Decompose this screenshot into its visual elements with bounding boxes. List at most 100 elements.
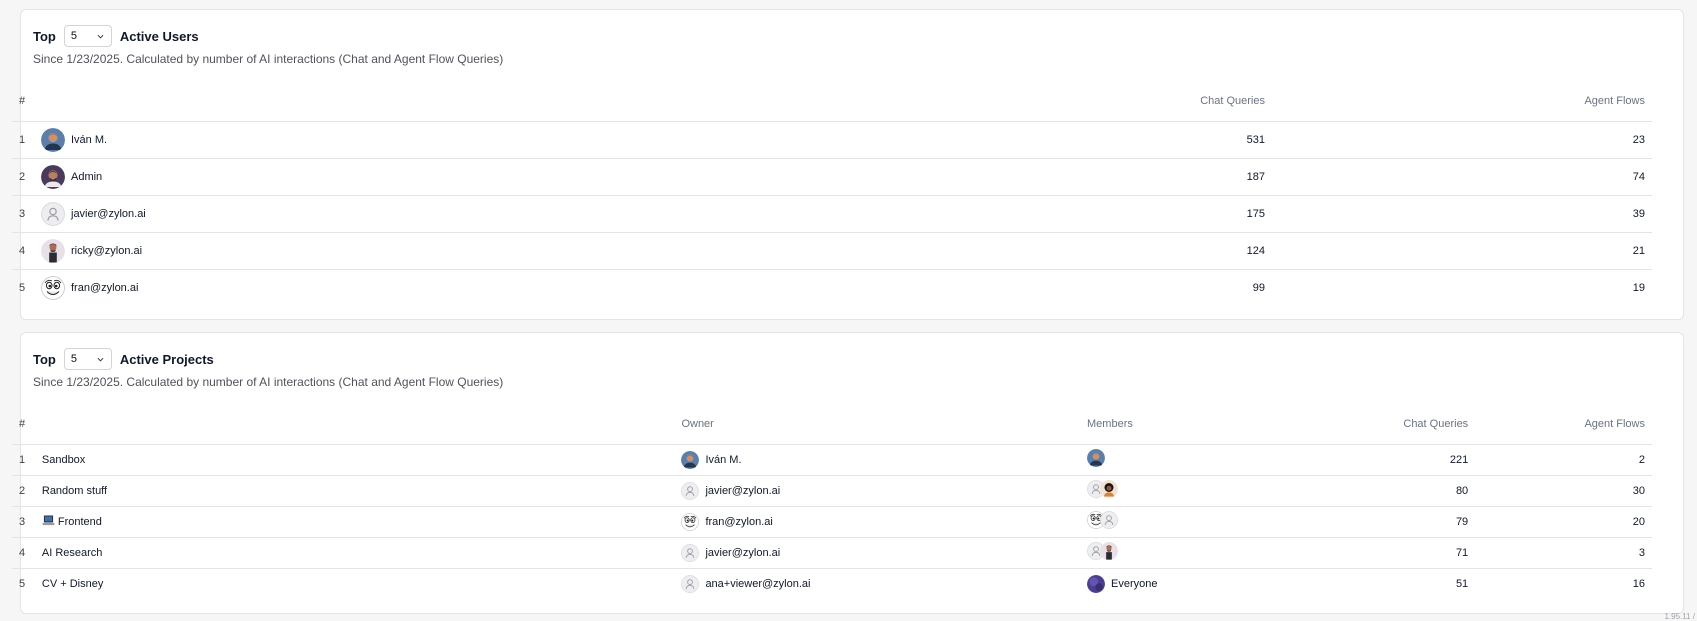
table-row[interactable]: 2 Random stuff javier@zylon.ai 80 30 xyxy=(12,475,1652,507)
row-rank: 1 xyxy=(12,121,34,159)
row-rank: 2 xyxy=(12,475,35,507)
user-cell: fran@zylon.ai xyxy=(34,269,1072,306)
chat-queries-value: 80 xyxy=(1288,475,1476,507)
users-count-select[interactable]: 5 xyxy=(63,25,112,47)
chevron-down-icon xyxy=(97,34,104,38)
owner-cell: Iván M. xyxy=(674,444,1081,476)
chat-queries-value: 124 xyxy=(1072,232,1272,270)
chat-queries-value: 79 xyxy=(1288,506,1476,538)
agent-flows-value: 30 xyxy=(1475,475,1652,507)
users-section-title: Active Users xyxy=(119,28,199,44)
default-user-avatar xyxy=(681,575,699,593)
agent-flows-value: 21 xyxy=(1272,232,1652,270)
user-name: fran@zylon.ai xyxy=(71,281,139,294)
owner-cell: javier@zylon.ai xyxy=(674,475,1081,507)
members-label: Everyone xyxy=(1111,577,1158,590)
users-subtitle: Since 1/23/2025. Calculated by number of… xyxy=(33,52,504,66)
user-cell: Admin xyxy=(34,158,1072,196)
table-row: 2 Admin 187 74 xyxy=(12,158,1652,196)
projects-section-title: Active Projects xyxy=(119,351,214,367)
owner-name: fran@zylon.ai xyxy=(705,515,773,528)
owner-cell: fran@zylon.ai xyxy=(674,506,1081,538)
owner-cell: javier@zylon.ai xyxy=(674,537,1081,569)
chevron-down-icon xyxy=(97,357,104,361)
row-rank: 2 xyxy=(12,158,34,196)
default-user-avatar xyxy=(1100,511,1118,529)
chat-queries-value: 187 xyxy=(1072,158,1272,196)
cartoon-face-avatar xyxy=(41,276,65,300)
projects-title-row: Top 5 Active Projects xyxy=(33,347,214,371)
chat-queries-column-header[interactable]: Chat Queries xyxy=(1288,405,1476,445)
everyone-group-avatar xyxy=(1087,575,1105,593)
photo-dark-avatar xyxy=(1100,480,1118,498)
agent-flows-value: 3 xyxy=(1475,537,1652,569)
members-cell xyxy=(1080,444,1288,476)
projects-count-select[interactable]: 5 xyxy=(63,348,112,370)
project-name[interactable]: AI Research xyxy=(34,537,675,569)
users-count-value: 5 xyxy=(70,30,77,42)
members-cell xyxy=(1080,475,1288,507)
chat-queries-value: 99 xyxy=(1252,281,1265,294)
agent-flows-column-header[interactable]: Agent Flows xyxy=(1272,82,1652,122)
agent-flows-column-header[interactable]: Agent Flows xyxy=(1475,405,1652,445)
table-row[interactable]: 1 Sandbox Iván M. 221 2 xyxy=(12,444,1652,476)
default-user-avatar xyxy=(681,544,699,562)
chat-queries-column-header[interactable]: Chat Queries xyxy=(1072,82,1272,122)
default-user-avatar xyxy=(41,202,65,226)
members-cell: Everyone xyxy=(1080,568,1288,599)
table-header-row: # Chat Queries Agent Flows xyxy=(12,82,1652,122)
laptop-emoji-icon xyxy=(42,515,55,526)
table-row[interactable]: 3 Frontend fran@zylon.ai 79 20 xyxy=(12,506,1652,538)
user-cell: javier@zylon.ai xyxy=(34,195,1072,233)
agent-flows-value: 19 xyxy=(1632,281,1645,294)
table-row: 3 javier@zylon.ai 175 39 xyxy=(12,195,1652,233)
user-name: Admin xyxy=(71,170,103,183)
cartoon-face-avatar xyxy=(681,513,699,531)
projects-subtitle: Since 1/23/2025. Calculated by number of… xyxy=(33,375,504,389)
photo-person-avatar xyxy=(41,239,65,263)
project-name: Frontend xyxy=(57,516,102,528)
users-top-label: Top xyxy=(33,28,56,44)
agent-flows-value: 2 xyxy=(1475,444,1652,476)
project-name-cell[interactable]: Frontend xyxy=(34,506,675,538)
table-row: 4 ricky@zylon.ai 124 21 xyxy=(12,232,1652,270)
row-rank: 1 xyxy=(12,444,35,476)
photo-blue-avatar xyxy=(681,451,699,469)
table-row[interactable]: 5 CV + Disney ana+viewer@zylon.ai Everyo… xyxy=(12,568,1652,599)
rank-column-header: # xyxy=(12,82,34,122)
agent-flows-value: 16 xyxy=(1632,577,1645,590)
table-header-row: # Owner Members Chat Queries Agent Flows xyxy=(12,405,1652,445)
row-rank: 3 xyxy=(12,506,35,538)
photo-blue-avatar xyxy=(1087,449,1105,467)
owner-name: javier@zylon.ai xyxy=(705,546,781,559)
project-name[interactable]: Random stuff xyxy=(34,475,675,507)
row-rank: 4 xyxy=(12,537,35,569)
chat-queries-value: 221 xyxy=(1288,444,1476,476)
owner-cell: ana+viewer@zylon.ai xyxy=(674,568,1080,599)
default-user-avatar xyxy=(681,482,699,500)
owner-column-header: Owner xyxy=(674,405,1081,445)
photo-person-avatar xyxy=(1100,542,1118,560)
row-rank: 5 xyxy=(19,281,26,294)
user-name: Iván M. xyxy=(71,133,108,146)
agent-flows-value: 23 xyxy=(1272,121,1652,159)
chat-queries-value: 175 xyxy=(1072,195,1272,233)
table-row[interactable]: 4 AI Research javier@zylon.ai 71 3 xyxy=(12,537,1652,569)
project-name[interactable]: CV + Disney xyxy=(35,568,675,599)
photo-blue-avatar xyxy=(41,128,65,152)
row-rank: 5 xyxy=(19,577,26,590)
user-name: ricky@zylon.ai xyxy=(71,244,143,257)
row-rank: 3 xyxy=(12,195,34,233)
project-name[interactable]: Sandbox xyxy=(34,444,675,476)
user-name: javier@zylon.ai xyxy=(71,207,146,220)
projects-count-value: 5 xyxy=(70,353,77,365)
owner-name: javier@zylon.ai xyxy=(705,484,781,497)
chat-queries-value: 51 xyxy=(1455,577,1469,590)
rank-column-header: # xyxy=(12,405,35,445)
owner-name: ana+viewer@zylon.ai xyxy=(705,577,811,590)
app-version: 1.95.11 / xyxy=(1664,612,1695,621)
active-users-table: # Chat Queries Agent Flows 1 Iván M. 531… xyxy=(12,82,1652,306)
agent-flows-value: 74 xyxy=(1272,158,1652,196)
chat-queries-value: 531 xyxy=(1072,121,1272,159)
user-cell: Iván M. xyxy=(34,121,1072,159)
